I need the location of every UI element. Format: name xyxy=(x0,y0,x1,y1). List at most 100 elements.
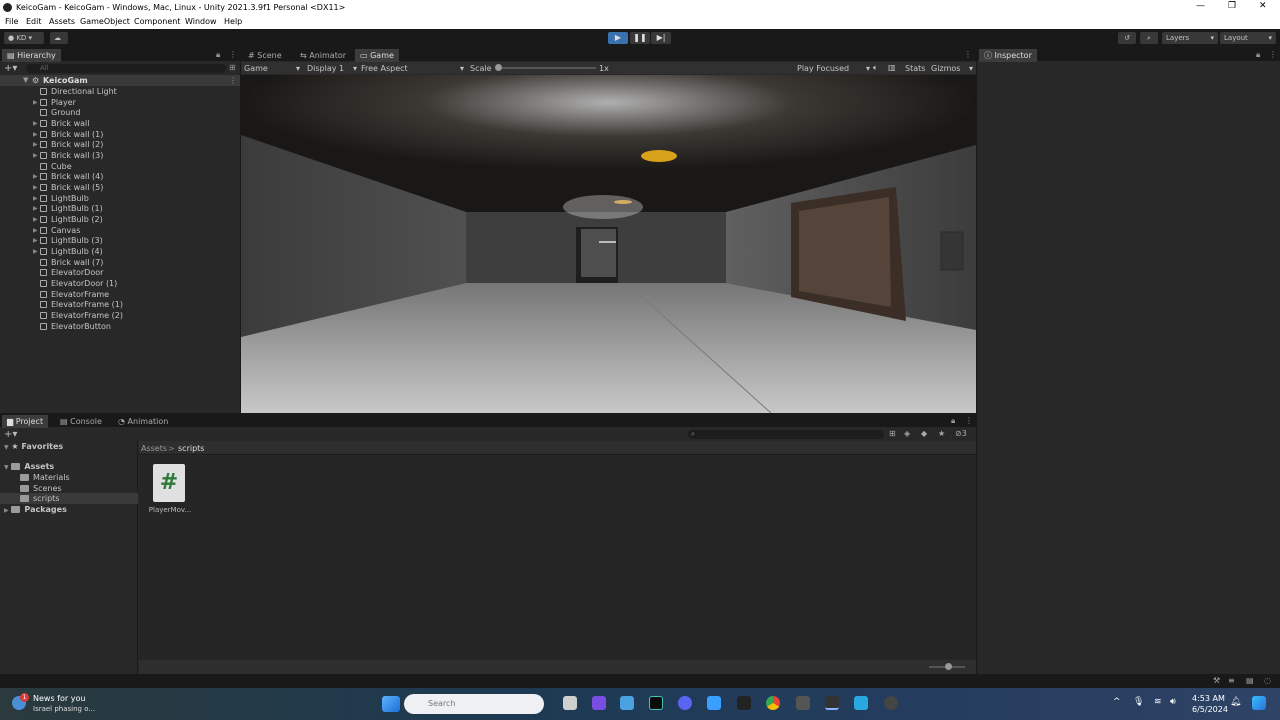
close-button[interactable]: ✕ xyxy=(1259,1,1267,11)
chrome-icon[interactable] xyxy=(766,696,780,710)
expand-arrow-icon[interactable]: ▶ xyxy=(33,141,38,148)
expand-arrow-icon[interactable]: ▼ xyxy=(23,76,28,84)
volume-icon[interactable]: 🔊︎ xyxy=(1170,697,1176,707)
terminal-icon[interactable] xyxy=(649,696,663,710)
copilot-tray-icon[interactable] xyxy=(1252,696,1266,710)
tray-overflow-icon[interactable]: ^ xyxy=(1113,697,1121,707)
search-by-label-icon[interactable]: ◈ xyxy=(904,429,910,438)
tab-animator[interactable]: ⇆ Animator xyxy=(295,49,351,62)
mute-audio-icon[interactable]: 🔈︎ xyxy=(873,63,878,73)
scene-row[interactable]: ▼ ⚙ KeicoGam ⋮ xyxy=(0,75,240,86)
status-icon-1[interactable]: ⚒ xyxy=(1213,676,1220,685)
tab-scene[interactable]: # Scene xyxy=(243,49,287,62)
hierarchy-item[interactable]: Brick wall (4) xyxy=(40,172,103,181)
aspect-dropdown[interactable]: Free Aspect ▾ xyxy=(361,64,464,73)
tab-console[interactable]: ▤ Console xyxy=(55,415,107,428)
hierarchy-item[interactable]: LightBulb (4) xyxy=(40,247,103,256)
filter-icon[interactable]: ⊞ xyxy=(229,63,236,72)
hierarchy-item[interactable]: ElevatorButton xyxy=(40,322,111,331)
expand-arrow-icon[interactable]: ▶ xyxy=(33,120,38,127)
hierarchy-item[interactable]: Canvas xyxy=(40,226,80,235)
start-button-icon[interactable] xyxy=(382,696,400,712)
news-subtitle[interactable]: Israel phasing o... xyxy=(33,705,95,713)
hierarchy-item[interactable]: Cube xyxy=(40,162,72,171)
menu-file[interactable]: File xyxy=(5,17,18,26)
stats-graph-icon[interactable]: ▥ xyxy=(888,63,896,72)
hierarchy-item[interactable]: Brick wall xyxy=(40,119,89,128)
layers-dropdown[interactable]: Layers ▾ xyxy=(1162,32,1218,44)
clock-date[interactable]: 6/5/2024 xyxy=(1192,705,1228,714)
hierarchy-item[interactable]: ElevatorFrame (1) xyxy=(40,300,123,309)
hidden-packages-toggle[interactable]: ⊘3 xyxy=(955,429,967,438)
hierarchy-item[interactable]: ElevatorDoor xyxy=(40,268,103,277)
packages-folder[interactable]: ▶ Packages xyxy=(4,505,67,514)
search-by-type-icon[interactable]: ⊞ xyxy=(889,429,896,438)
status-icon-3[interactable]: ▤ xyxy=(1246,676,1254,685)
hierarchy-item[interactable]: ElevatorDoor (1) xyxy=(40,279,117,288)
favorites-item[interactable]: ▼ ★ Favorites xyxy=(4,442,63,451)
clock-time[interactable]: 4:53 AM xyxy=(1192,694,1225,703)
expand-arrow-icon[interactable]: ▶ xyxy=(33,184,38,191)
hierarchy-item[interactable]: Brick wall (5) xyxy=(40,183,103,192)
hierarchy-item[interactable]: Player xyxy=(40,98,76,107)
menu-gameobject[interactable]: GameObject xyxy=(80,17,130,26)
scale-slider-thumb[interactable] xyxy=(495,64,502,71)
menu-help[interactable]: Help xyxy=(224,17,242,26)
favorite-star-icon[interactable]: ★ xyxy=(938,429,945,438)
hierarchy-item[interactable]: ElevatorFrame xyxy=(40,290,109,299)
status-icon-4[interactable]: ◌ xyxy=(1264,676,1271,685)
store-icon[interactable] xyxy=(707,696,721,710)
microphone-icon[interactable]: 🎙︎ xyxy=(1133,697,1144,707)
breadcrumb-assets[interactable]: Assets xyxy=(141,444,167,453)
copilot-icon[interactable] xyxy=(592,696,606,710)
menu-assets[interactable]: Assets xyxy=(49,17,75,26)
tab-project[interactable]: ▆ Project xyxy=(2,415,49,428)
expand-arrow-icon[interactable]: ▶ xyxy=(33,227,38,234)
notification-bell-icon[interactable]: 🔔︎ xyxy=(1230,697,1241,707)
expand-arrow-icon[interactable]: ▶ xyxy=(33,131,38,138)
hierarchy-item[interactable]: LightBulb (2) xyxy=(40,215,103,224)
expand-arrow-icon[interactable]: ▶ xyxy=(33,237,38,244)
icon-size-slider-thumb[interactable] xyxy=(945,663,952,670)
game-mode-dropdown[interactable]: Game ▾ xyxy=(244,64,300,73)
menu-edit[interactable]: Edit xyxy=(26,17,42,26)
unity-editor-icon[interactable] xyxy=(825,696,839,710)
maximize-button[interactable]: ❐ xyxy=(1228,1,1236,11)
unity-hub-icon[interactable] xyxy=(796,696,810,710)
expand-arrow-icon[interactable]: ▶ xyxy=(33,173,38,180)
tab-inspector[interactable]: ⓘ Inspector xyxy=(979,49,1037,62)
expand-arrow-icon[interactable]: ▶ xyxy=(33,248,38,255)
hierarchy-item[interactable]: ElevatorFrame (2) xyxy=(40,311,123,320)
display-dropdown[interactable]: Display 1 ▾ xyxy=(307,64,357,73)
hierarchy-item[interactable]: Brick wall (2) xyxy=(40,140,103,149)
menu-component[interactable]: Component xyxy=(134,17,180,26)
minimize-button[interactable]: — xyxy=(1196,1,1205,11)
expand-arrow-icon[interactable]: ▶ xyxy=(33,99,38,106)
hierarchy-item[interactable]: Brick wall (7) xyxy=(40,258,103,267)
expand-arrow-icon[interactable]: ▶ xyxy=(33,216,38,223)
scale-slider[interactable] xyxy=(496,67,596,69)
app-icon-f[interactable] xyxy=(854,696,868,710)
scene-menu-icon[interactable]: ⋮ xyxy=(229,76,237,85)
add-object-button[interactable]: +▾ xyxy=(4,63,17,74)
expand-arrow-icon[interactable]: ▶ xyxy=(33,195,38,202)
expand-arrow-icon[interactable]: ▶ xyxy=(33,205,38,212)
hierarchy-item[interactable]: LightBulb xyxy=(40,194,89,203)
taskbar-search[interactable]: Search xyxy=(404,694,544,714)
file-explorer-icon[interactable] xyxy=(620,696,634,710)
meta-icon[interactable] xyxy=(737,696,751,710)
project-menu-icon[interactable]: ⋮ xyxy=(965,416,973,425)
breadcrumb-scripts[interactable]: scripts xyxy=(178,444,204,453)
play-focused-dropdown[interactable]: Play Focused ▾ xyxy=(797,64,870,73)
tab-game[interactable]: ▭ Game xyxy=(355,49,399,62)
folder-materials[interactable]: Materials xyxy=(20,473,70,482)
history-icon[interactable]: ↺ xyxy=(1118,32,1136,44)
more-options-icon[interactable]: ⋮ xyxy=(229,50,237,59)
hierarchy-item[interactable]: Brick wall (3) xyxy=(40,151,103,160)
play-button[interactable]: ▶ xyxy=(608,32,628,44)
menu-window[interactable]: Window xyxy=(185,17,217,26)
tag-icon[interactable]: ◆ xyxy=(921,429,927,438)
create-asset-button[interactable]: +▾ xyxy=(4,429,17,440)
hierarchy-item[interactable]: Ground xyxy=(40,108,80,117)
pause-button[interactable]: ❚❚ xyxy=(630,32,650,44)
